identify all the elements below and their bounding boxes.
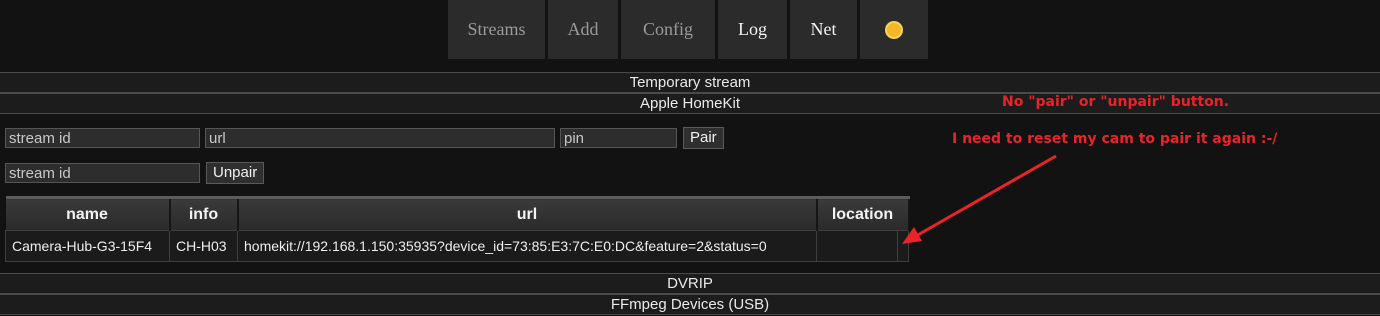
section-temporary-stream[interactable]: Temporary stream [0, 72, 1380, 93]
cell-url: homekit://192.168.1.150:35935?device_id=… [237, 230, 817, 262]
table-row[interactable]: Camera-Hub-G3-15F4 CH-H03 homekit://192.… [5, 230, 909, 262]
sun-icon [887, 22, 901, 37]
tab-log[interactable]: Log [718, 0, 787, 59]
section-ffmpeg-usb[interactable]: FFmpeg Devices (USB) [0, 294, 1380, 315]
unpair-stream-id-input[interactable] [5, 163, 200, 183]
column-header-info[interactable]: info [169, 196, 239, 231]
cell-location [816, 230, 909, 262]
pair-stream-id-input[interactable] [5, 128, 200, 148]
pair-button[interactable]: Pair [683, 127, 724, 149]
column-header-name[interactable]: name [5, 196, 171, 231]
tab-net[interactable]: Net [790, 0, 857, 59]
table-header-row: name info url location [5, 196, 910, 231]
cell-divider [897, 230, 898, 262]
tab-config[interactable]: Config [621, 0, 715, 59]
theme-toggle-button[interactable] [860, 0, 928, 59]
tab-streams[interactable]: Streams [448, 0, 545, 59]
section-dvrip[interactable]: DVRIP [0, 273, 1380, 294]
tab-add[interactable]: Add [548, 0, 618, 59]
cell-info: CH-H03 [169, 230, 238, 262]
pair-pin-input[interactable] [560, 128, 677, 148]
cell-name: Camera-Hub-G3-15F4 [5, 230, 170, 262]
pair-url-input[interactable] [205, 128, 555, 148]
annotation-line-1: No "pair" or "unpair" button. [1002, 94, 1230, 110]
unpair-button[interactable]: Unpair [206, 162, 265, 184]
column-header-url[interactable]: url [237, 196, 818, 231]
top-nav: Streams Add Config Log Net [448, 0, 928, 59]
column-header-location[interactable]: location [816, 196, 910, 231]
homekit-devices-table: name info url location Camera-Hub-G3-15F… [5, 196, 910, 262]
annotation-line-2: I need to reset my cam to pair it again … [952, 131, 1278, 147]
